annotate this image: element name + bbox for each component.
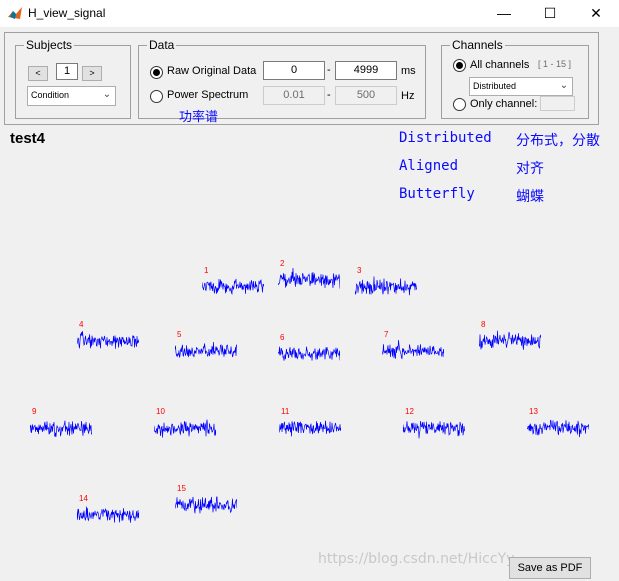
power-range-dash: -: [327, 89, 331, 101]
signal-trace: [77, 331, 139, 349]
channel-range-label: [ 1 - 15 ]: [538, 59, 572, 69]
raw-range-dash: -: [327, 64, 331, 76]
matlab-icon: [8, 7, 22, 19]
channel-label: 5: [177, 330, 182, 339]
channel-signal-3[interactable]: [355, 275, 417, 299]
channel-label: 8: [481, 320, 486, 329]
channel-label: 7: [384, 330, 389, 339]
channel-signal-11[interactable]: [279, 416, 341, 440]
maximize-icon: ☐: [543, 5, 557, 21]
power-to-field[interactable]: 500: [335, 86, 397, 105]
signal-trace: [382, 340, 444, 360]
channel-label: 10: [156, 407, 165, 416]
signal-trace: [175, 341, 237, 358]
channel-label: 2: [280, 259, 285, 268]
channel-signal-4[interactable]: [77, 329, 139, 353]
power-spectrum-label: Power Spectrum: [167, 89, 249, 101]
channel-signal-7[interactable]: [382, 339, 444, 363]
power-unit-label: Hz: [401, 90, 415, 102]
subjects-group: Subjects < 1 > Condition ⌄: [15, 38, 131, 119]
annotation-distributed: Distributed: [399, 130, 492, 146]
chevron-down-icon: ⌄: [559, 80, 569, 91]
condition-dropdown-value: Condition: [31, 90, 70, 100]
all-channels-radio[interactable]: [453, 59, 466, 72]
annotation-distributed-zh: 分布式，分散: [516, 133, 600, 149]
signal-trace: [527, 419, 589, 438]
channel-label: 12: [405, 407, 414, 416]
channel-label: 1: [204, 266, 209, 275]
channel-label: 13: [529, 407, 538, 416]
channel-signal-2[interactable]: [278, 268, 340, 292]
channel-label: 11: [281, 407, 290, 416]
save-pdf-button[interactable]: Save as PDF: [509, 557, 591, 579]
signal-trace: [77, 506, 139, 523]
only-channel-radio[interactable]: [453, 98, 466, 111]
channels-group: Channels All channels [ 1 - 15 ] Distrib…: [441, 38, 589, 119]
channel-signal-10[interactable]: [154, 416, 216, 440]
next-subject-button[interactable]: >: [82, 66, 102, 81]
signal-trace: [202, 278, 264, 296]
data-legend: Data: [147, 38, 177, 52]
power-spectrum-radio[interactable]: [150, 90, 163, 103]
raw-data-label: Raw Original Data: [167, 65, 257, 77]
signal-trace: [355, 276, 417, 296]
signal-trace: [278, 346, 340, 361]
watermark: https://blog.csdn.net/HiccYy_: [318, 551, 522, 567]
only-channel-label: Only channel:: [470, 98, 538, 110]
minimize-icon: —: [497, 5, 511, 21]
condition-dropdown[interactable]: Condition ⌄: [27, 86, 116, 106]
layout-dropdown[interactable]: Distributed ⌄: [469, 77, 573, 96]
signal-trace: [279, 420, 341, 437]
channel-signal-15[interactable]: [175, 493, 237, 517]
annotation-aligned-zh: 对齐: [516, 161, 544, 177]
maximize-button[interactable]: ☐: [527, 0, 573, 27]
power-from-field[interactable]: 0.01: [263, 86, 325, 105]
channel-signal-1[interactable]: [202, 275, 264, 299]
close-icon: ✕: [590, 5, 602, 21]
control-panel: Subjects < 1 > Condition ⌄ Data Raw Orig…: [4, 32, 599, 125]
subjects-legend: Subjects: [24, 38, 75, 52]
subject-title: test4: [10, 130, 46, 147]
channels-legend: Channels: [450, 38, 505, 52]
channel-signal-5[interactable]: [175, 339, 237, 363]
channel-signal-6[interactable]: [278, 342, 340, 366]
raw-to-field[interactable]: 4999: [335, 61, 397, 80]
window-title: H_view_signal: [28, 6, 106, 20]
only-channel-field[interactable]: [540, 96, 575, 111]
channel-label: 15: [177, 484, 186, 493]
close-button[interactable]: ✕: [573, 0, 619, 27]
title-bar: H_view_signal — ☐ ✕: [0, 0, 619, 27]
annotation-butterfly: Butterfly: [399, 186, 475, 202]
chevron-down-icon: ⌄: [102, 89, 112, 100]
signal-trace: [30, 420, 92, 437]
channel-signal-8[interactable]: [479, 329, 541, 353]
signal-trace: [278, 268, 340, 289]
channel-label: 14: [79, 494, 88, 503]
signal-trace: [175, 496, 237, 514]
raw-unit-label: ms: [401, 65, 416, 77]
channel-label: 9: [32, 407, 37, 416]
minimize-button[interactable]: —: [481, 0, 527, 27]
signal-trace: [403, 420, 465, 439]
signal-trace: [154, 419, 216, 438]
data-group: Data Raw Original Data 0 - 4999 ms Power…: [138, 38, 426, 125]
channel-label: 4: [79, 320, 84, 329]
prev-subject-button[interactable]: <: [28, 66, 48, 81]
channel-signal-9[interactable]: [30, 416, 92, 440]
channel-label: 3: [357, 266, 362, 275]
power-spectrum-note: 功率谱: [179, 110, 219, 125]
all-channels-label: All channels: [470, 59, 530, 71]
subject-index-field[interactable]: 1: [56, 63, 78, 80]
signal-trace: [479, 330, 541, 350]
raw-data-radio[interactable]: [150, 66, 163, 79]
channel-signal-14[interactable]: [77, 503, 139, 527]
channel-label: 6: [280, 333, 285, 342]
layout-dropdown-value: Distributed: [473, 81, 517, 91]
annotation-aligned: Aligned: [399, 158, 459, 174]
annotation-butterfly-zh: 蝴蝶: [516, 189, 544, 205]
channel-signal-12[interactable]: [403, 416, 465, 440]
raw-from-field[interactable]: 0: [263, 61, 325, 80]
channel-signal-13[interactable]: [527, 416, 589, 440]
